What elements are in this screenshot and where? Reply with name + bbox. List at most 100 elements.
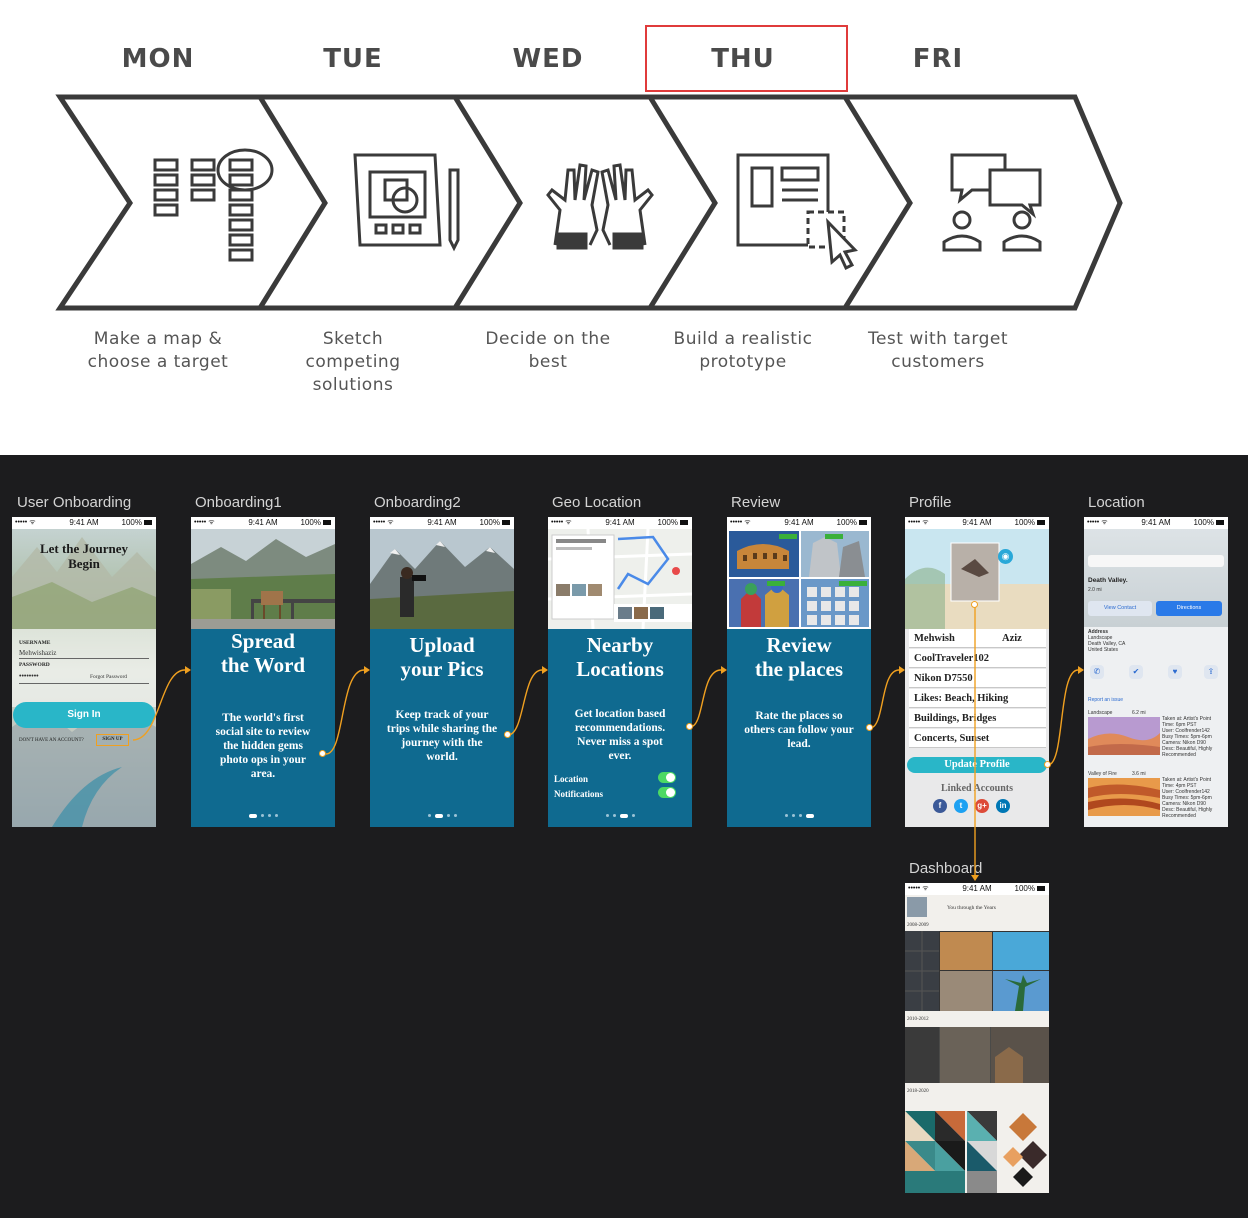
page-indicator[interactable] <box>191 807 335 825</box>
google-plus-icon[interactable]: g+ <box>975 799 989 813</box>
valley-of-fire-photo[interactable] <box>1088 778 1160 816</box>
desc-line: choose a target <box>87 352 229 372</box>
place-name: Death Valley. <box>1088 577 1128 584</box>
status-bar: ••••• ᯤ 9:41 AM 100% <box>905 517 1049 529</box>
share-icon[interactable]: ⇪ <box>1204 665 1218 679</box>
body-line: recommendations. <box>574 722 666 734</box>
report-issue-link[interactable]: Report an issue <box>1088 697 1123 703</box>
day-desc-mon: Make a map & choose a target <box>63 328 253 374</box>
linkedin-icon[interactable]: in <box>996 799 1010 813</box>
location-toggle[interactable] <box>658 772 676 783</box>
forgot-password-link[interactable]: Forgot Password <box>90 674 127 680</box>
screen-title-profile[interactable]: Profile <box>909 494 952 511</box>
first-name-field[interactable]: Mehwish <box>914 633 955 644</box>
battery-icon <box>1037 520 1045 526</box>
phone-icon[interactable]: ✆ <box>1090 665 1104 679</box>
detail-line: Recommended <box>1162 752 1196 758</box>
field-underline <box>19 683 149 684</box>
dashboard-header: You through the Years <box>947 905 996 911</box>
onboarding-heading: Let the Journey Begin <box>12 541 156 571</box>
chevron-divider <box>647 95 718 310</box>
view-contact-button[interactable]: View Contact <box>1088 601 1152 616</box>
desc-line: competing <box>305 352 401 372</box>
profile-row-likes-3[interactable]: Concerts, Sunset <box>909 729 1046 748</box>
onboarding-heading: Nearby Locations <box>548 633 692 681</box>
day-label-wed: WED <box>512 44 584 74</box>
screen-title-geo-location[interactable]: Geo Location <box>552 494 641 511</box>
connector-node[interactable] <box>971 601 978 608</box>
desc-line: Make a map & <box>93 329 223 349</box>
screen-title-onboarding1[interactable]: Onboarding1 <box>195 494 282 511</box>
directions-button[interactable]: Directions <box>1156 601 1222 616</box>
name-row[interactable]: Mehwish Aziz <box>909 629 1046 648</box>
connector-node[interactable] <box>1044 761 1051 768</box>
phone-dashboard[interactable]: ••••• ᯤ 9:41 AM 100% You through the Yea… <box>905 883 1049 1193</box>
chat-users-icon <box>942 153 1042 252</box>
profile-row-username[interactable]: CoolTraveler102 <box>909 649 1046 668</box>
battery-icon <box>1216 520 1224 526</box>
connector-node[interactable] <box>686 723 693 730</box>
page-indicator[interactable] <box>548 807 692 825</box>
search-input[interactable] <box>1088 555 1224 567</box>
camera-icon[interactable]: ◉ <box>998 549 1013 564</box>
page-indicator[interactable] <box>727 807 871 825</box>
body-line: Keep track of your <box>395 709 489 721</box>
screen-title-onboarding2[interactable]: Onboarding2 <box>374 494 461 511</box>
photo-grid-2008[interactable] <box>905 931 1049 1011</box>
desc-line: best <box>528 352 568 372</box>
phone-review[interactable]: ••••• ᯤ 9:41 AM 100% Review the places R… <box>727 517 871 827</box>
phone-onboarding1[interactable]: ••••• ᯤ 9:41 AM 100% Spread the Word The… <box>191 517 335 827</box>
password-field[interactable]: •••••••• <box>19 672 39 680</box>
connector-node[interactable] <box>319 750 326 757</box>
entry-label: Valley of Fire <box>1088 771 1117 777</box>
notifications-toggle[interactable] <box>658 787 676 798</box>
last-name-field[interactable]: Aziz <box>1002 629 1022 648</box>
photo-grid-2010[interactable] <box>905 1027 1049 1083</box>
status-bar: ••••• ᯤ 9:41 AM 100% <box>191 517 335 529</box>
desert-photo[interactable] <box>1088 717 1160 755</box>
avatar[interactable] <box>907 897 927 917</box>
profile-row-likes-2[interactable]: Buildings, Bridges <box>909 709 1046 728</box>
body-line: trips while sharing the <box>386 723 498 735</box>
heading-line: Spread <box>231 629 295 653</box>
day-desc-wed: Decide on the best <box>453 328 643 374</box>
profile-row-camera[interactable]: Nikon D7550 <box>909 669 1046 688</box>
design-sprint-diagram: MON TUE WED THU FRI Make a map & choose … <box>0 0 1248 455</box>
screen-title-dashboard[interactable]: Dashboard <box>909 860 982 877</box>
desc-line: customers <box>891 352 985 372</box>
page-indicator[interactable] <box>370 807 514 825</box>
prototype-icon <box>736 153 858 271</box>
heading-line: Let the Journey <box>39 541 129 556</box>
phone-location[interactable]: ••••• ᯤ 9:41 AM 100% Death Valley. 2.0 m… <box>1084 517 1228 827</box>
battery-indicator: 100% <box>122 518 152 527</box>
sign-in-button[interactable]: Sign In <box>13 702 155 728</box>
onboarding-heading: Spread the Word <box>191 629 335 677</box>
screen-title-user-onboarding[interactable]: User Onboarding <box>17 494 131 511</box>
screen-title-review[interactable]: Review <box>731 494 780 511</box>
screen-title-location[interactable]: Location <box>1088 494 1145 511</box>
phone-profile[interactable]: ••••• ᯤ 9:41 AM 100% ◉ Mehwish Aziz Cool… <box>905 517 1049 827</box>
sign-up-link[interactable]: SIGN UP <box>96 734 129 746</box>
day-label-mon: MON <box>121 44 195 74</box>
connector-node[interactable] <box>504 731 511 738</box>
day-desc-fri: Test with target customers <box>843 328 1033 374</box>
battery-icon <box>144 520 152 526</box>
website-icon[interactable]: ✔ <box>1129 665 1143 679</box>
favorite-icon[interactable]: ♥ <box>1168 665 1182 679</box>
update-profile-button[interactable]: Update Profile <box>907 757 1047 773</box>
onboarding-heading: Upload your Pics <box>370 633 514 681</box>
linked-accounts-label: Linked Accounts <box>941 783 1013 794</box>
photo-grid-2018[interactable] <box>905 1097 1049 1193</box>
day-label-tue: TUE <box>323 44 383 74</box>
phone-geo-location[interactable]: ••••• ᯤ 9:41 AM 100% Nearby Locations Ge… <box>548 517 692 827</box>
twitter-icon[interactable]: t <box>954 799 968 813</box>
username-field[interactable]: Mehwishaziz <box>19 649 56 657</box>
address-line: United States <box>1088 647 1119 653</box>
detail-line: Recommended <box>1162 813 1196 819</box>
entry-details: Taken at: Artist's Point Time: 6pm PST U… <box>1162 716 1212 758</box>
phone-onboarding2[interactable]: ••••• ᯤ 9:41 AM 100% Upload your Pics Ke… <box>370 517 514 827</box>
facebook-icon[interactable]: f <box>933 799 947 813</box>
profile-row-likes[interactable]: Likes: Beach, Hiking <box>909 689 1046 708</box>
connector-node[interactable] <box>866 724 873 731</box>
phone-user-onboarding[interactable]: ••••• ᯤ 9:41 AM 100% Let the Journey Beg… <box>12 517 156 827</box>
